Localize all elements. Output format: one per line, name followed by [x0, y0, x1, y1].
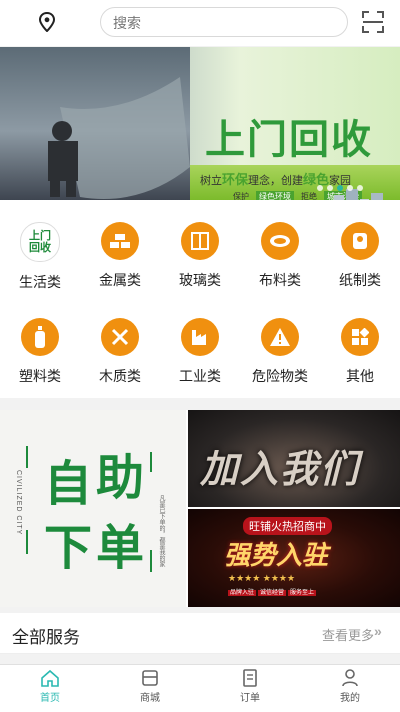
category-label: 塑料类	[19, 368, 61, 384]
shop-icon	[142, 670, 158, 686]
category-other[interactable]: 其他	[320, 318, 400, 386]
location-icon[interactable]	[38, 12, 56, 32]
recruit-banner[interactable]: 旺铺火热招商中 强势入驻 ★★★★ ★★★★ 品牌入驻 诚信经营 服务至上	[188, 509, 400, 607]
services-header: 全部服务 查看更多 »	[0, 613, 400, 654]
top-bar	[0, 0, 400, 46]
recycle-badge-icon: 上门回收	[20, 222, 60, 262]
category-label: 木质类	[99, 368, 141, 384]
category-hazardous[interactable]: 危险物类	[240, 318, 320, 386]
tab-profile[interactable]: 我的	[300, 669, 400, 704]
category-glass[interactable]: 玻璃类	[160, 222, 240, 290]
window-icon	[181, 222, 219, 260]
bottom-tab-bar: 首页 商城 订单 我的	[0, 664, 400, 712]
chevron-double-right-icon[interactable]: »	[374, 623, 382, 639]
join-us-title: 加入我们	[200, 446, 361, 491]
self-order-char: 助	[96, 450, 145, 506]
recruit-stars: ★★★★ ★★★★	[228, 573, 296, 583]
category-label: 金属类	[99, 272, 141, 288]
self-order-char: 自	[44, 456, 93, 512]
category-label: 纸制类	[339, 272, 381, 288]
category-plastic[interactable]: 塑料类	[0, 318, 80, 386]
home-icon	[41, 669, 59, 687]
self-order-banner[interactable]: CIVILIZED CITY 凡是已下单的，都是我的家 自 助 下 单	[0, 410, 186, 607]
gold-bars-icon	[101, 222, 139, 260]
self-order-side-text: CIVILIZED CITY	[15, 470, 22, 536]
services-title: 全部服务	[12, 628, 80, 647]
category-grid: 上门回收 生活类 金属类 玻璃类 布料类 纸制类 塑料类 木质类 工业类 危险物…	[0, 200, 400, 398]
tab-home[interactable]: 首页	[0, 669, 100, 704]
tools-icon	[101, 318, 139, 356]
carousel-dots[interactable]	[315, 178, 365, 196]
self-order-char: 单	[96, 520, 145, 576]
banner-photo	[0, 47, 190, 200]
paper-roll-icon	[341, 222, 379, 260]
category-living[interactable]: 上门回收 生活类	[0, 222, 80, 292]
tab-orders[interactable]: 订单	[200, 669, 300, 704]
category-industrial[interactable]: 工业类	[160, 318, 240, 386]
recruit-pills: 品牌入驻 诚信经营 服务至上	[228, 590, 317, 596]
category-label: 布料类	[259, 272, 301, 288]
scan-icon[interactable]	[362, 11, 384, 33]
promo-section: CIVILIZED CITY 凡是已下单的，都是我的家 自 助 下 单 加入我们…	[0, 410, 400, 607]
self-order-side-note: 凡是已下单的，都是我的家	[158, 495, 164, 567]
banner-title: 上门回收	[205, 116, 373, 163]
category-label: 其他	[346, 368, 374, 384]
category-label: 工业类	[179, 368, 221, 384]
category-paper[interactable]: 纸制类	[320, 222, 400, 290]
category-label: 危险物类	[252, 368, 308, 384]
recruit-top-label: 旺铺火热招商中	[243, 517, 332, 535]
grid-icon	[341, 318, 379, 356]
tab-shop[interactable]: 商城	[100, 669, 200, 704]
search-box[interactable]	[100, 7, 348, 38]
category-label: 生活类	[19, 274, 61, 290]
recruit-title: 强势入驻	[224, 541, 329, 571]
category-fabric[interactable]: 布料类	[240, 222, 320, 290]
category-label: 玻璃类	[179, 272, 221, 288]
factory-icon	[181, 318, 219, 356]
bottle-icon	[21, 318, 59, 356]
fabric-roll-icon	[261, 222, 299, 260]
search-input[interactable]	[101, 8, 335, 38]
category-metal[interactable]: 金属类	[80, 222, 160, 290]
self-order-char: 下	[44, 520, 93, 576]
warning-icon	[261, 318, 299, 356]
user-icon	[342, 669, 358, 687]
category-wood[interactable]: 木质类	[80, 318, 160, 386]
view-more-link[interactable]: 查看更多	[322, 625, 374, 644]
order-icon	[243, 669, 257, 687]
join-us-banner[interactable]: 加入我们	[188, 410, 400, 507]
